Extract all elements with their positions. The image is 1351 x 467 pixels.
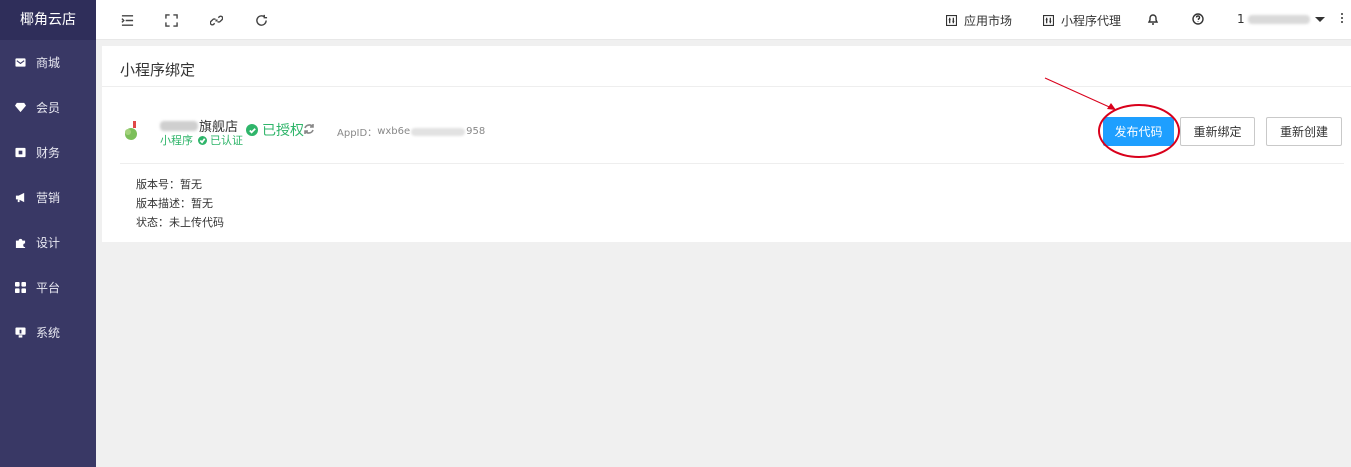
sliders-icon xyxy=(1043,15,1054,26)
sidebar-item-label: 系统 xyxy=(36,326,61,340)
wallet-icon xyxy=(14,147,26,159)
check-circle-icon xyxy=(198,135,207,145)
user-name-prefix: 1 xyxy=(1237,12,1245,26)
sidebar-item-label: 商城 xyxy=(36,56,61,70)
brand-title: 椰角云店 xyxy=(0,0,96,40)
sidebar-item-mall[interactable]: 商城 xyxy=(0,40,96,85)
refresh-icon[interactable] xyxy=(254,13,268,27)
sidebar-item-member[interactable]: 会员 xyxy=(0,85,96,130)
sidebar-item-finance[interactable]: 财务 xyxy=(0,130,96,175)
store-name-redacted xyxy=(160,120,198,131)
version-description: 版本描述：暂无 xyxy=(136,197,213,210)
store-subtitle: 小程序 已认证 xyxy=(160,132,243,148)
mail-icon xyxy=(14,57,26,69)
mini-agent-link[interactable]: 小程序代理 xyxy=(1043,12,1121,29)
upload-status: 状态：未上传代码 xyxy=(136,216,224,229)
bell-icon[interactable] xyxy=(1147,13,1161,27)
sidebar-nav: 商城 会员 财务 营销 设计 平台 系统 xyxy=(0,40,96,355)
rebind-button[interactable]: 重新绑定 xyxy=(1180,117,1255,146)
grid-icon xyxy=(14,282,26,294)
chevron-down-icon xyxy=(1314,16,1325,22)
sidebar: 椰角云店 商城 会员 财务 营销 设计 平台 系统 xyxy=(0,0,96,467)
more-icon[interactable] xyxy=(1340,13,1344,27)
sidebar-item-system[interactable]: 系统 xyxy=(0,310,96,355)
sidebar-item-label: 设计 xyxy=(36,236,61,250)
version-info: 版本号：暂无 版本描述：暂无 状态：未上传代码 xyxy=(136,175,224,232)
mini-program-row: 旗舰店 小程序 已认证 已授权 AppID： wxb6e 958 发布代码 重新… xyxy=(120,87,1344,164)
app-market-label: 应用市场 xyxy=(964,14,1013,28)
sidebar-item-design[interactable]: 设计 xyxy=(0,220,96,265)
help-icon[interactable] xyxy=(1192,13,1206,27)
megaphone-icon xyxy=(14,192,26,204)
appid-label: AppID： xyxy=(337,128,378,139)
store-logo xyxy=(125,121,137,140)
topbar: 应用市场 小程序代理 1 xyxy=(96,0,1351,40)
sidebar-item-label: 营销 xyxy=(36,191,61,205)
fullscreen-icon[interactable] xyxy=(164,13,178,27)
version-number: 版本号：暂无 xyxy=(136,178,202,191)
page-title: 小程序绑定 xyxy=(120,61,196,79)
menu-collapse-icon[interactable] xyxy=(120,13,134,27)
refresh-auth-icon[interactable] xyxy=(303,123,315,135)
sliders-icon xyxy=(946,15,957,26)
appid-redacted xyxy=(411,127,466,136)
puzzle-icon xyxy=(14,237,26,249)
diamond-icon xyxy=(14,102,26,114)
link-icon[interactable] xyxy=(209,13,223,27)
sidebar-item-marketing[interactable]: 营销 xyxy=(0,175,96,220)
app-market-link[interactable]: 应用市场 xyxy=(946,12,1012,29)
appid: AppID： wxb6e 958 xyxy=(337,124,485,139)
publish-code-button[interactable]: 发布代码 xyxy=(1103,117,1174,146)
mini-agent-label: 小程序代理 xyxy=(1061,14,1122,28)
sidebar-item-label: 平台 xyxy=(36,281,61,295)
type-label: 小程序 xyxy=(160,134,193,147)
monitor-icon xyxy=(14,327,26,339)
binding-card: 小程序绑定 旗舰店 小程序 已认证 已授权 AppID： wxb6e 958 发… xyxy=(102,46,1351,242)
sidebar-item-label: 会员 xyxy=(36,101,61,115)
user-name-redacted xyxy=(1247,14,1310,24)
appid-suffix: 958 xyxy=(466,126,486,137)
sidebar-item-label: 财务 xyxy=(36,146,61,160)
recreate-button[interactable]: 重新创建 xyxy=(1266,117,1342,146)
verified-label: 已认证 xyxy=(210,134,243,147)
user-menu[interactable]: 1 xyxy=(1237,12,1325,26)
sidebar-item-platform[interactable]: 平台 xyxy=(0,265,96,310)
appid-prefix: wxb6e xyxy=(377,126,411,137)
authorized-label: 已授权 xyxy=(262,123,304,139)
check-circle-icon xyxy=(246,124,258,136)
authorized-status: 已授权 xyxy=(246,120,304,140)
